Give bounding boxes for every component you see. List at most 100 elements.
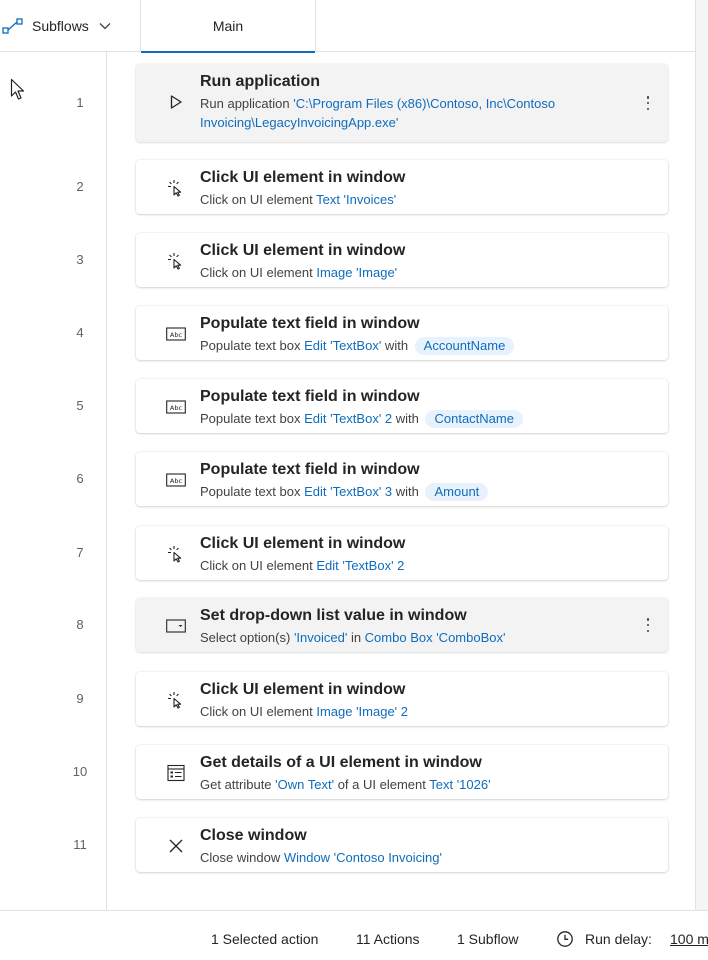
action-card[interactable]: Abc Populate text field in window Populate… <box>136 306 668 360</box>
subflows-dropdown[interactable]: Subflows <box>0 0 141 52</box>
parameter-link[interactable]: Edit 'TextBox' 2 <box>304 411 392 426</box>
description-text: with <box>392 411 423 426</box>
description-text: Click on UI element <box>200 558 317 573</box>
scrollbar-track[interactable] <box>696 0 708 910</box>
parameter-link[interactable]: Text '1026' <box>429 777 490 792</box>
action-card[interactable]: Click UI element in window Click on UI el… <box>136 672 668 726</box>
action-card[interactable]: Get details of a UI element in window Get… <box>136 745 668 799</box>
action-title: Click UI element in window <box>200 681 406 698</box>
description-text: Get attribute <box>200 777 276 792</box>
action-description: Select option(s) 'Invoiced' in Combo Box… <box>200 628 624 647</box>
description-text: with <box>381 338 412 353</box>
textbox-icon: Abc <box>166 324 186 344</box>
description-text: in <box>347 630 365 645</box>
action-description: Populate text box Edit 'TextBox' 3 with … <box>200 482 624 501</box>
chevron-down-icon <box>99 23 111 30</box>
action-card[interactable]: Abc Populate text field in window Populate… <box>136 452 668 506</box>
description-text: Close window <box>200 850 284 865</box>
line-number: 1 <box>76 95 84 110</box>
action-card[interactable]: Click UI element in window Click on UI el… <box>136 526 668 580</box>
line-number: 5 <box>76 398 84 413</box>
action-title: Click UI element in window <box>200 169 406 186</box>
action-description: Click on UI element Image 'Image' 2 <box>200 702 624 721</box>
action-title: Close window <box>200 827 307 844</box>
svg-text:Abc: Abc <box>170 477 183 485</box>
close-icon <box>166 836 186 856</box>
variable-token[interactable]: ContactName <box>425 410 523 428</box>
action-title: Populate text field in window <box>200 461 420 478</box>
line-number: 8 <box>76 617 84 632</box>
description-text: Click on UI element <box>200 192 317 207</box>
svg-text:Abc: Abc <box>170 404 183 412</box>
action-card[interactable]: Click UI element in window Click on UI el… <box>136 160 668 214</box>
play-icon <box>166 92 186 112</box>
description-text: Populate text box <box>200 338 305 353</box>
action-title: Click UI element in window <box>200 535 406 552</box>
action-card[interactable]: Run application Run application 'C:\Progr… <box>136 64 668 142</box>
tab-bar: Subflows Main <box>0 0 696 53</box>
action-title: Populate text field in window <box>200 388 420 405</box>
line-number: 4 <box>76 325 84 340</box>
actions-count: 11 Actions <box>356 931 420 947</box>
action-description: Run application 'C:\Program Files (x86)\… <box>200 94 624 132</box>
description-text: with <box>392 484 423 499</box>
variable-token[interactable]: AccountName <box>414 337 515 355</box>
action-description: Click on UI element Text 'Invoices' <box>200 190 624 209</box>
textbox-icon: Abc <box>166 470 186 490</box>
description-text: Click on UI element <box>200 704 317 719</box>
description-text: Run application <box>200 96 294 111</box>
description-text: Click on UI element <box>200 265 317 280</box>
action-title: Set drop-down list value in window <box>200 607 467 624</box>
description-text: Populate text box <box>200 484 305 499</box>
parameter-link[interactable]: 'Invoiced' <box>294 630 347 645</box>
tab-main-label: Main <box>212 18 244 34</box>
line-number: 11 <box>73 837 87 852</box>
parameter-link[interactable]: Image 'Image' 2 <box>316 704 408 719</box>
parameter-link[interactable]: Edit 'TextBox' <box>304 338 381 353</box>
parameter-link[interactable]: Combo Box 'ComboBox' <box>365 630 506 645</box>
action-card[interactable]: Click UI element in window Click on UI el… <box>136 233 668 287</box>
textbox-icon: Abc <box>166 397 186 417</box>
description-text: of a UI element <box>334 777 430 792</box>
dropdown-icon <box>166 616 186 636</box>
parameter-link[interactable]: Edit 'TextBox' 3 <box>304 484 392 499</box>
parameter-link[interactable]: Image 'Image' <box>316 265 397 280</box>
more-options-icon[interactable] <box>642 615 654 635</box>
action-title: Click UI element in window <box>200 242 406 259</box>
click-icon <box>166 544 186 564</box>
action-description: Get attribute 'Own Text' of a UI element… <box>200 775 624 794</box>
action-description: Close window Window 'Contoso Invoicing' <box>200 848 624 867</box>
line-number: 10 <box>72 764 88 779</box>
selected-count: 1 Selected action <box>211 931 319 947</box>
mouse-pointer-icon <box>10 78 25 100</box>
subflows-label: Subflows <box>32 18 89 34</box>
tab-main[interactable]: Main <box>141 0 316 53</box>
action-title: Get details of a UI element in window <box>200 754 482 771</box>
parameter-link[interactable]: Text 'Invoices' <box>316 192 396 207</box>
subflows-icon <box>2 18 23 34</box>
line-number: 6 <box>76 471 84 486</box>
action-description: Click on UI element Image 'Image' <box>200 263 624 282</box>
parameter-link[interactable]: 'Own Text' <box>275 777 334 792</box>
click-icon <box>166 178 186 198</box>
parameter-link[interactable]: Edit 'TextBox' 2 <box>316 558 404 573</box>
description-text: Select option(s) <box>200 630 294 645</box>
variable-token[interactable]: Amount <box>425 483 489 501</box>
subflow-count: 1 Subflow <box>457 931 519 947</box>
description-text: Populate text box <box>200 411 305 426</box>
run-delay-value[interactable]: 100 m <box>670 931 708 947</box>
action-description: Populate text box Edit 'TextBox' with Ac… <box>200 336 624 355</box>
click-icon <box>166 251 186 271</box>
status-bar: 1 Selected action 11 Actions 1 Subflow R… <box>0 910 708 960</box>
clock-icon <box>557 931 573 947</box>
action-card[interactable]: Set drop-down list value in window Select… <box>136 598 668 652</box>
line-number: 7 <box>76 545 84 560</box>
more-options-icon[interactable] <box>642 93 654 113</box>
action-card[interactable]: Abc Populate text field in window Populate… <box>136 379 668 433</box>
action-title: Populate text field in window <box>200 315 420 332</box>
details-icon <box>166 763 186 783</box>
click-icon <box>166 690 186 710</box>
action-title: Run application <box>200 73 320 90</box>
action-card[interactable]: Close window Close window Window 'Contoso… <box>136 818 668 872</box>
parameter-link[interactable]: Window 'Contoso Invoicing' <box>284 850 442 865</box>
